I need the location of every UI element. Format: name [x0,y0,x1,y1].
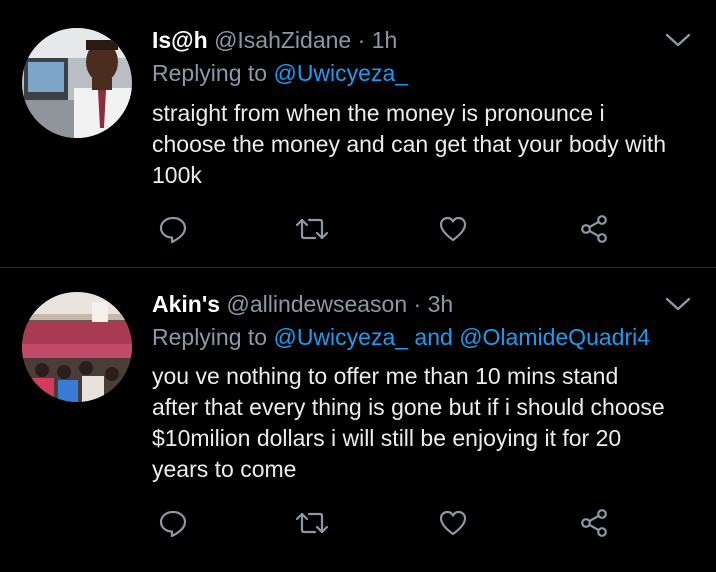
heart-icon[interactable] [436,506,470,540]
timestamp[interactable]: 1h [372,27,398,53]
user-handle[interactable]: @allindewseason [227,291,408,317]
user-handle[interactable]: @IsahZidane [214,27,351,53]
mention-link[interactable]: @Uwicyeza_ [273,324,408,350]
display-name[interactable]: Akin's [152,291,220,317]
replying-prefix: Replying to [152,60,268,86]
retweet-icon[interactable] [295,506,329,540]
retweet-icon[interactable] [295,212,329,246]
replying-to: Replying to @Uwicyeza_ [152,59,408,87]
tweet[interactable]: Is@h @IsahZidane · 1h Replying to @Uwicy… [0,0,716,268]
tweet-text-line: you ve nothing to offer me than 10 mins … [152,363,619,389]
avatar[interactable] [22,28,132,138]
reply-bubble-icon[interactable] [156,506,190,540]
tweet-text-line: years to come [152,456,297,482]
tweet[interactable]: Akin's @allindewseason · 3h Replying to … [0,268,716,572]
avatar[interactable] [22,292,132,402]
reply-bubble-icon[interactable] [156,212,190,246]
replying-prefix: Replying to [152,324,268,350]
tweet-text-line: choose the money and can get that your b… [152,131,666,157]
tweet-text: straight from when the money is pronounc… [152,98,697,191]
tweet-text-line: after that every thing is gone but if i … [152,394,665,420]
mention-link[interactable]: @Uwicyeza_ [273,60,408,86]
tweet-text-line: straight from when the money is pronounc… [152,100,605,126]
mention-joiner: and [414,324,453,350]
tweet-text-line: $10milion dollars i will still be enjoyi… [152,425,622,451]
tweet-header: Akin's @allindewseason · 3h [152,290,453,318]
separator: · [413,291,422,317]
tweet-text: you ve nothing to offer me than 10 mins … [152,361,697,485]
tweet-text-line: 100k [152,162,202,188]
chevron-down-icon[interactable] [664,26,692,54]
replying-to: Replying to @Uwicyeza_ and @OlamideQuadr… [152,323,650,351]
share-icon[interactable] [577,212,611,246]
separator: · [357,27,366,53]
heart-icon[interactable] [436,212,470,246]
tweet-header: Is@h @IsahZidane · 1h [152,26,397,54]
display-name[interactable]: Is@h [152,27,208,53]
share-icon[interactable] [577,506,611,540]
timestamp[interactable]: 3h [428,291,454,317]
mention-link[interactable]: @OlamideQuadri4 [459,324,650,350]
tweet-actions [152,212,622,246]
chevron-down-icon[interactable] [664,290,692,318]
tweet-actions [152,506,622,540]
